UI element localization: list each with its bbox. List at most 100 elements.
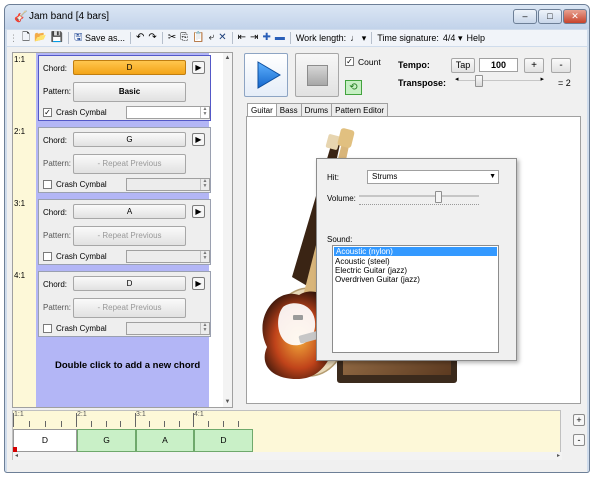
maximize-button[interactable]: □ <box>538 9 562 24</box>
play-chord-icon[interactable]: ▶ <box>192 133 205 146</box>
remove-bar-icon[interactable]: ▬ <box>273 30 287 46</box>
chord-selector[interactable]: A <box>73 204 186 219</box>
sound-list[interactable]: Acoustic (nylon) Acoustic (steel) Electr… <box>332 245 499 353</box>
timeline-chord-block[interactable]: G <box>77 429 136 452</box>
timeline-chord-block[interactable]: D <box>194 429 253 452</box>
scroll-up-icon[interactable]: ▲ <box>223 55 232 61</box>
time-signature-value: 4/4 <box>442 33 456 43</box>
spinner-icon[interactable]: ▲ ▼ <box>200 107 209 118</box>
chord-selector[interactable]: G <box>73 132 186 147</box>
count-label: Count <box>358 57 381 67</box>
chord-item[interactable]: Chord: D ▶ Pattern: - Repeat Previous Cr… <box>38 271 211 337</box>
paste-icon[interactable]: 📋 <box>190 30 206 46</box>
tempo-increase-button[interactable]: + <box>524 58 544 73</box>
title-bar[interactable]: 🎸 Jam band [4 bars] – □ ✕ <box>5 5 589 29</box>
minimize-button[interactable]: – <box>513 9 537 24</box>
move-left-icon[interactable]: ⇤ <box>236 30 248 46</box>
open-folder-icon[interactable]: 📂 <box>32 30 48 46</box>
help-menu[interactable]: Help <box>464 30 487 46</box>
toolbar-separator <box>130 32 132 44</box>
volume-slider[interactable] <box>359 191 479 207</box>
toolbar-separator <box>67 32 69 44</box>
tempo-input[interactable]: 100 <box>479 58 518 72</box>
crash-cymbal-value-field[interactable]: ▲ ▼ <box>126 250 210 263</box>
chord-item[interactable]: Chord: D ▶ Pattern: Basic ✓ Crash Cymbal… <box>38 55 211 121</box>
tap-tempo-button[interactable]: Tap <box>451 58 475 73</box>
pattern-selector[interactable]: Basic <box>73 82 186 102</box>
hit-dropdown[interactable]: Strums ▼ <box>367 170 499 184</box>
work-length-dropdown[interactable]: ♩ ▾ <box>348 30 368 46</box>
crash-cymbal-checkbox[interactable] <box>43 180 52 189</box>
save-as-button[interactable]: 🖫 Save as... <box>72 30 127 46</box>
crash-cymbal-checkbox[interactable] <box>43 252 52 261</box>
timeline-chord-block[interactable]: A <box>136 429 194 452</box>
tab-drums[interactable]: Drums <box>300 103 333 117</box>
timeline-chord-block[interactable]: D <box>13 429 77 452</box>
scroll-right-icon[interactable]: ▸ <box>557 452 560 459</box>
redo-icon[interactable]: ↷ <box>146 30 158 46</box>
stop-button[interactable] <box>295 53 339 97</box>
crash-cymbal-value-field[interactable]: ▲ ▼ <box>126 178 210 191</box>
crash-cymbal-value-field[interactable]: ▲ ▼ <box>126 106 210 119</box>
guitar-tab-panel: Hit: Strums ▼ Volume: Sound: Acoustic (n… <box>246 116 581 404</box>
transpose-slider[interactable]: ◂ ▸ <box>455 74 544 88</box>
zoom-out-button[interactable]: - <box>573 434 585 446</box>
timeline-scrollbar[interactable]: ◂ ▸ <box>13 452 562 460</box>
time-signature-label: Time signature: <box>377 33 439 43</box>
scroll-down-icon[interactable]: ▼ <box>223 399 232 405</box>
save-icon[interactable]: 💾 <box>49 30 65 46</box>
sound-list-item[interactable]: Overdriven Guitar (jazz) <box>333 275 498 284</box>
timeline[interactable]: 1:1 2:1 3:1 4:1 D G A D ◂ ▸ <box>12 410 562 460</box>
delete-icon[interactable]: ✕ <box>216 30 228 46</box>
tab-pattern-editor[interactable]: Pattern Editor <box>331 103 389 117</box>
play-chord-icon[interactable]: ▶ <box>192 277 205 290</box>
spinner-icon[interactable]: ▲ ▼ <box>200 323 209 334</box>
volume-label: Volume: <box>327 194 356 203</box>
timeline-ruler: 1:1 2:1 3:1 4:1 <box>13 411 560 429</box>
chord-list-scrollbar[interactable]: ▲ ▼ <box>223 53 232 407</box>
time-signature-dropdown[interactable]: 4/4 ▾ <box>441 30 465 46</box>
copy-icon[interactable]: ⎘ <box>178 30 190 46</box>
new-file-icon[interactable]: 🗋 <box>20 30 32 46</box>
undo-icon[interactable]: ↶ <box>134 30 146 46</box>
crash-cymbal-checkbox[interactable]: ✓ <box>43 108 52 117</box>
window-title: Jam band [4 bars] <box>29 11 110 22</box>
pattern-label: Pattern: <box>43 303 72 312</box>
zoom-in-button[interactable]: + <box>573 414 585 426</box>
crash-cymbal-value-field[interactable]: ▲ ▼ <box>126 322 210 335</box>
toolbar-separator <box>231 32 233 44</box>
count-checkbox[interactable]: ✓ <box>345 57 354 66</box>
volume-thumb[interactable] <box>435 191 442 203</box>
move-right-icon[interactable]: ⇥ <box>248 30 260 46</box>
chord-selector[interactable]: D <box>73 276 186 291</box>
slider-thumb[interactable] <box>475 75 483 87</box>
sound-list-item[interactable]: Acoustic (steel) <box>333 257 498 266</box>
sound-list-item-selected[interactable]: Acoustic (nylon) <box>334 247 497 256</box>
pattern-selector[interactable]: - Repeat Previous <box>73 226 186 246</box>
slider-right-icon[interactable]: ▸ <box>540 75 544 83</box>
chord-item[interactable]: Chord: G ▶ Pattern: - Repeat Previous Cr… <box>38 127 211 193</box>
scroll-left-icon[interactable]: ◂ <box>15 452 18 459</box>
tempo-decrease-button[interactable]: - <box>551 58 571 73</box>
pattern-selector[interactable]: - Repeat Previous <box>73 298 186 318</box>
tab-bass[interactable]: Bass <box>275 103 302 117</box>
insert-icon[interactable]: ⤶ <box>207 30 217 46</box>
pattern-selector[interactable]: - Repeat Previous <box>73 154 186 174</box>
tempo-label: Tempo: <box>398 60 430 70</box>
sound-list-item[interactable]: Electric Guitar (jazz) <box>333 266 498 275</box>
cut-icon[interactable]: ✂ <box>166 30 178 46</box>
spinner-icon[interactable]: ▲ ▼ <box>200 251 209 262</box>
close-button[interactable]: ✕ <box>563 9 587 24</box>
chord-selector[interactable]: D <box>73 60 186 75</box>
loop-button[interactable]: ⟲ <box>345 80 362 95</box>
play-chord-icon[interactable]: ▶ <box>192 61 205 74</box>
spinner-icon[interactable]: ▲ ▼ <box>200 179 209 190</box>
play-chord-icon[interactable]: ▶ <box>192 205 205 218</box>
add-bar-icon[interactable]: ✚ <box>260 30 272 46</box>
play-button[interactable] <box>244 53 288 97</box>
chord-item[interactable]: Chord: A ▶ Pattern: - Repeat Previous Cr… <box>38 199 211 265</box>
slider-track <box>459 80 540 81</box>
crash-cymbal-checkbox[interactable] <box>43 324 52 333</box>
ruler-tick <box>91 421 92 427</box>
slider-left-icon[interactable]: ◂ <box>455 75 459 83</box>
